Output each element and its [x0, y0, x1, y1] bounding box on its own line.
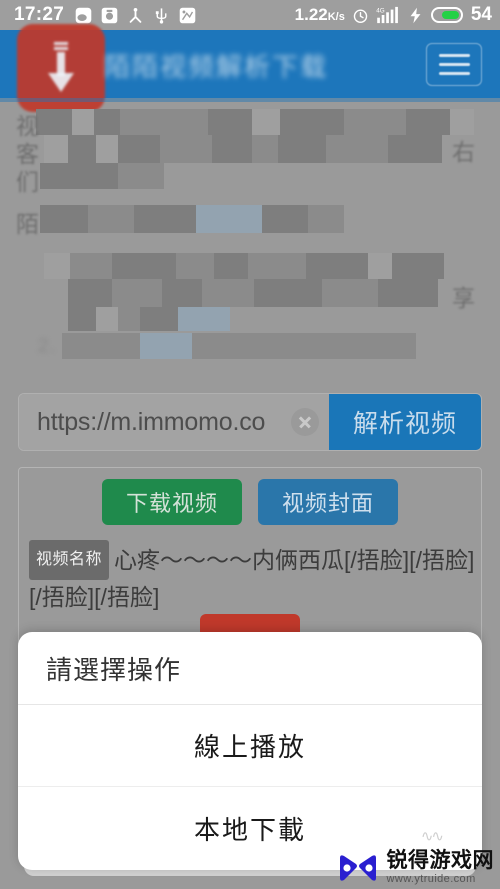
- watermark: 锐得游戏网 www.ytruide.com: [336, 850, 495, 885]
- download-arrow-icon: [17, 24, 105, 112]
- blurred-description-area: 视 客 们 陌 右 享: [0, 105, 500, 370]
- network-speed: 1.22K/s: [294, 5, 345, 24]
- edge-char-you: 右: [452, 140, 475, 166]
- watermark-url: www.ytruide.com: [386, 873, 476, 885]
- phone-screen: 17:27 1.22K/s 4G 54 陌陌视频解析下载 视 客 们 陌 右 享…: [0, 0, 500, 889]
- url-input[interactable]: https://m.immomo.co: [19, 394, 329, 450]
- dialog-title: 請選擇操作: [18, 632, 482, 705]
- usb-icon: [155, 7, 167, 24]
- watermark-name: 锐得游戏网: [386, 849, 494, 872]
- svg-text:4G: 4G: [376, 7, 385, 14]
- squiggle-decoration: ∿∿: [420, 828, 444, 845]
- download-video-button[interactable]: 下载视频: [101, 479, 242, 525]
- lightning-bolt-icon: [410, 7, 421, 23]
- person-share-icon: [129, 7, 142, 23]
- parse-video-button[interactable]: 解析视频: [329, 394, 481, 450]
- page-title: 陌陌视频解析下载: [104, 52, 329, 82]
- status-right-icons: 1.22K/s 4G 54: [295, 4, 492, 26]
- battery-icon: [430, 7, 463, 23]
- signal-bars-icon: 4G: [376, 6, 398, 24]
- clear-circle-icon[interactable]: [291, 408, 319, 436]
- camera-icon: [101, 7, 118, 23]
- watermark-text: 锐得游戏网 www.ytruide.com: [387, 850, 495, 885]
- url-input-row: https://m.immomo.co 解析视频: [18, 393, 482, 451]
- app-header-bar: 陌陌视频解析下载: [0, 24, 500, 112]
- numbered-list-line: 2.: [38, 336, 56, 357]
- app-icon: [179, 7, 196, 23]
- edge-char-mo: 陌: [16, 212, 39, 238]
- action-sheet-dialog: 請選擇操作 線上播放 本地下載: [18, 632, 482, 870]
- battery-percent: 54: [470, 4, 492, 25]
- action-button-row: 下载视频 视频封面: [19, 479, 481, 525]
- video-name-line: 视频名称 心疼～～～～内俩西瓜[/捂脸][/捂脸][/捂脸][/捂脸]: [29, 540, 475, 614]
- url-input-value: https://m.immomo.co: [37, 407, 266, 436]
- status-left-icons: [75, 7, 196, 24]
- edge-char-men: 们: [16, 170, 39, 196]
- weibo-icon: [75, 7, 92, 23]
- alarm-clock-icon: [353, 8, 368, 23]
- video-cover-button[interactable]: 视频封面: [258, 479, 399, 525]
- video-name-badge: 视频名称: [29, 540, 110, 580]
- bowtie-logo-icon: [339, 854, 376, 881]
- dialog-option-online-play[interactable]: 線上播放: [18, 705, 482, 787]
- status-time: 17:27: [14, 4, 65, 25]
- edge-char-xiang: 享: [452, 286, 475, 312]
- hamburger-menu-icon[interactable]: [426, 43, 482, 86]
